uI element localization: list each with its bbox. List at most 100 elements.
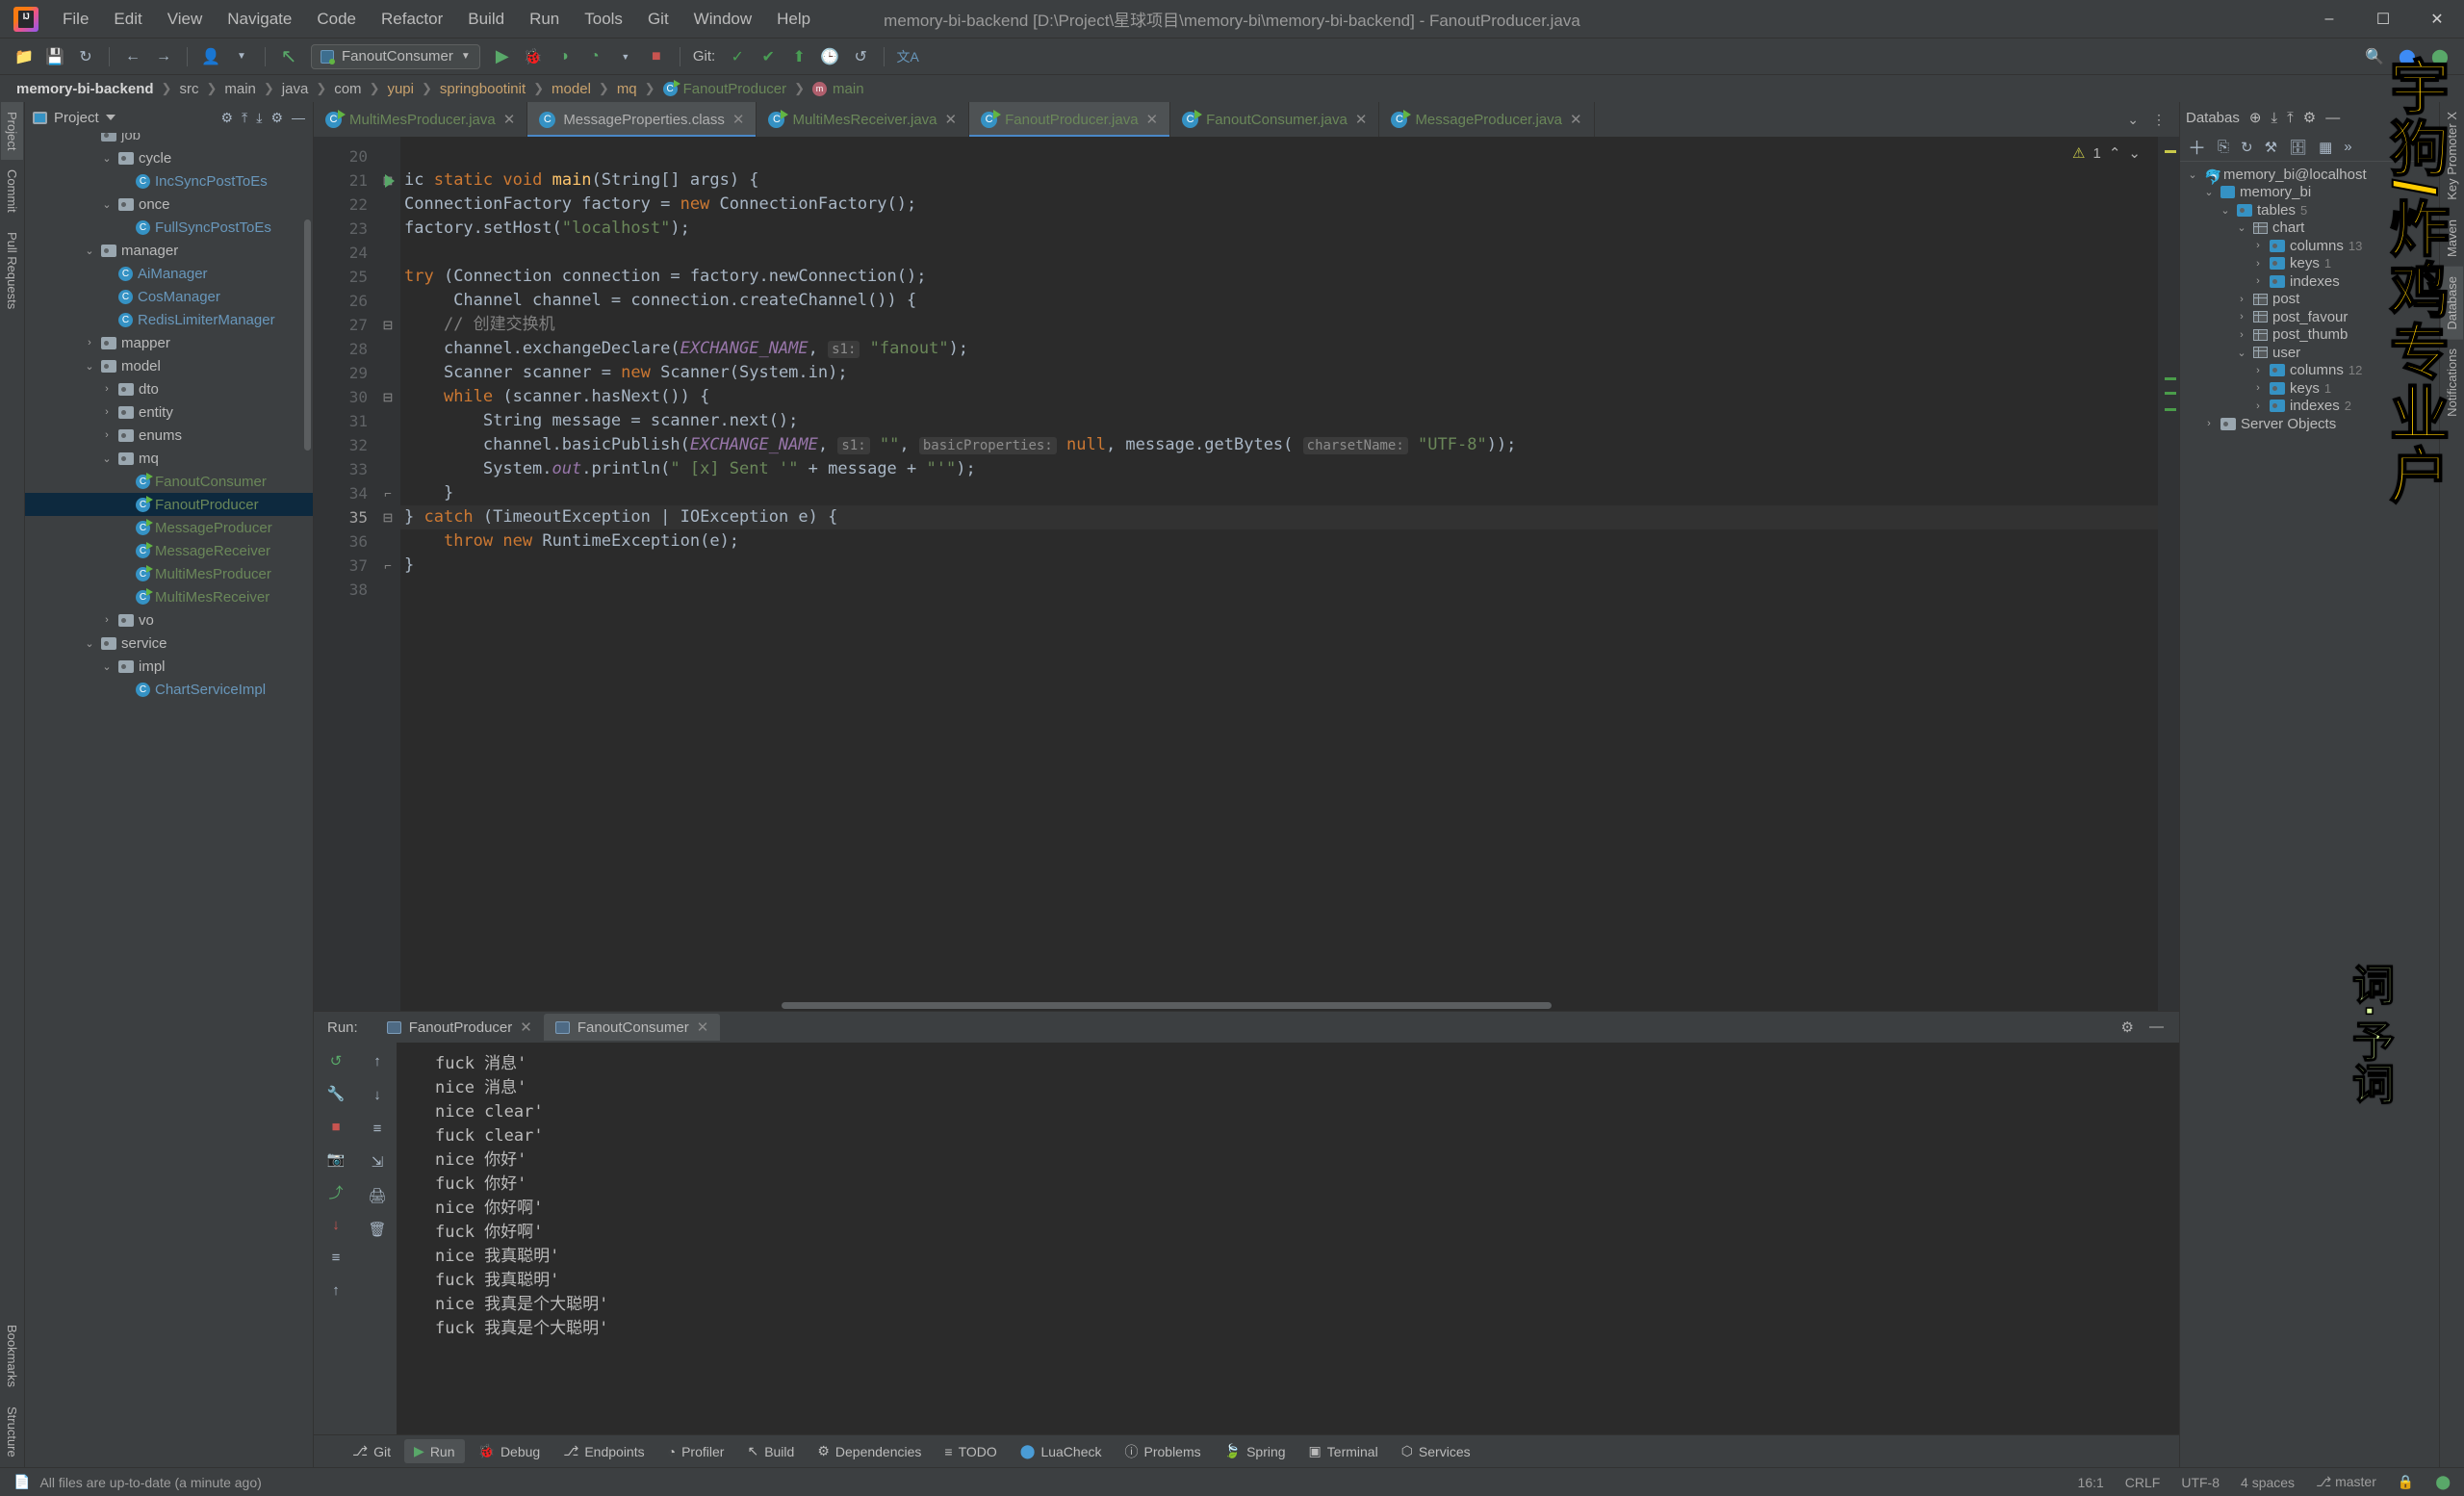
- strip-tab-maven[interactable]: Maven: [2441, 210, 2463, 267]
- database-tree-item[interactable]: › post_thumb: [2180, 326, 2439, 345]
- chevron-right-icon[interactable]: ›: [2235, 329, 2248, 341]
- layout-icon[interactable]: ≡: [323, 1247, 348, 1268]
- stop-button[interactable]: ■: [642, 43, 671, 70]
- tool-window-button[interactable]: 🍃 Spring: [1215, 1439, 1296, 1463]
- database-tree-item[interactable]: › indexes 2: [2180, 398, 2439, 416]
- chevron-down-icon[interactable]: ⌄: [83, 637, 96, 650]
- database-tree-item[interactable]: › post: [2180, 291, 2439, 309]
- run-tab-fanoutconsumer[interactable]: FanoutConsumer ✕: [543, 1014, 721, 1045]
- rerun-icon[interactable]: ↺: [323, 1050, 348, 1071]
- project-tree[interactable]: job ⌄ cycle C IncSyncPostToEs ⌄ once C FullSyncP…: [25, 133, 313, 1467]
- breadcrumb-springbootinit[interactable]: springbootinit: [435, 79, 530, 99]
- fold-toggle-icon[interactable]: ⊟: [375, 505, 400, 529]
- code-line[interactable]: Scanner scanner = new Scanner(System.in)…: [400, 361, 2158, 385]
- tool-window-button[interactable]: ⬤ LuaCheck: [1011, 1439, 1112, 1463]
- file-encoding[interactable]: UTF-8: [2181, 1475, 2220, 1490]
- editor-horizontal-scrollbar[interactable]: [406, 1002, 2141, 1009]
- run-with-coverage-button[interactable]: ◑: [550, 43, 578, 70]
- menu-bar[interactable]: File Edit View Navigate Code Refactor Bu…: [50, 6, 823, 33]
- chevron-down-icon[interactable]: ⌄: [2235, 347, 2248, 359]
- editor-tab[interactable]: C MultiMesReceiver.java ✕: [757, 102, 970, 137]
- project-tree-item[interactable]: ⌄ impl: [25, 655, 313, 678]
- collapse-all-icon[interactable]: ⤓: [256, 110, 262, 126]
- project-tree-scrollbar[interactable]: [304, 219, 311, 451]
- hide-panel-icon[interactable]: —: [292, 110, 305, 125]
- chevron-down-icon[interactable]: ⌄: [100, 152, 114, 165]
- code-line[interactable]: System.out.println(" [x] Sent '" + messa…: [400, 457, 2158, 481]
- code-line[interactable]: [400, 144, 2158, 168]
- chevron-right-icon[interactable]: ›: [2202, 418, 2216, 429]
- breadcrumb-yupi[interactable]: yupi: [382, 79, 419, 99]
- tool-window-button[interactable]: ⎇ Endpoints: [553, 1439, 654, 1463]
- locate-icon[interactable]: ⊕: [2249, 109, 2262, 126]
- profile-icon[interactable]: 👤: [196, 43, 225, 70]
- chevron-down-icon[interactable]: ⌄: [2186, 168, 2199, 181]
- editor-more-icon[interactable]: ⋮: [2152, 112, 2166, 128]
- menu-view[interactable]: View: [155, 6, 216, 33]
- code-line[interactable]: } catch (TimeoutException | IOException …: [400, 505, 2158, 529]
- project-tree-item[interactable]: ⌄ cycle: [25, 146, 313, 169]
- project-tree-item[interactable]: C FanoutConsumer: [25, 470, 313, 493]
- tool-window-button[interactable]: 🐞 Debug: [469, 1439, 551, 1463]
- chevron-right-icon[interactable]: ›: [2251, 240, 2265, 251]
- forward-icon[interactable]: →: [149, 43, 178, 70]
- git-branch[interactable]: ⎇ master: [2316, 1474, 2376, 1490]
- project-tree-item[interactable]: C RedisLimiterManager: [25, 308, 313, 331]
- chevron-right-icon[interactable]: ›: [2251, 275, 2265, 287]
- code-editor[interactable]: 20 21 22 23 24 25 26 27 28 29 30 31 32 33 34 35 36 37 38 ⊟…: [314, 137, 2179, 1011]
- code-content[interactable]: ic static void main(String[] args) {Conn…: [400, 137, 2158, 1011]
- close-icon[interactable]: ✕: [1146, 111, 1159, 128]
- database-tree-item[interactable]: ⌄ user: [2180, 344, 2439, 362]
- chevron-down-icon[interactable]: ⌄: [100, 452, 114, 465]
- project-tree-item[interactable]: C MultiMesReceiver: [25, 585, 313, 608]
- git-commit-icon[interactable]: ✔: [754, 43, 783, 70]
- copy-icon[interactable]: ⎘: [2218, 139, 2229, 155]
- strip-tab-key-promoter[interactable]: Key Promoter X: [2441, 102, 2463, 210]
- exit-icon[interactable]: ↓: [323, 1214, 348, 1235]
- chevron-down-icon[interactable]: ⌄: [2235, 221, 2248, 234]
- tool-window-button[interactable]: ⓘ Problems: [1116, 1438, 1211, 1465]
- git-rollback-icon[interactable]: ↺: [846, 43, 875, 70]
- profiler-button[interactable]: ◔: [580, 43, 609, 70]
- db-console-icon[interactable]: 🗄: [2289, 139, 2307, 156]
- menu-help[interactable]: Help: [764, 6, 823, 33]
- menu-file[interactable]: File: [50, 6, 101, 33]
- chevron-down-icon[interactable]: ⌄: [83, 360, 96, 373]
- code-line[interactable]: [400, 578, 2158, 602]
- chevron-right-icon[interactable]: ›: [100, 383, 114, 395]
- minimize-button[interactable]: –: [2302, 0, 2356, 39]
- save-all-icon[interactable]: 💾: [40, 43, 69, 70]
- gear-icon[interactable]: ⚙: [2121, 1019, 2134, 1036]
- project-tree-item[interactable]: › mapper: [25, 331, 313, 354]
- expand-all-icon[interactable]: ⤓: [2271, 110, 2277, 126]
- ide-status-icon[interactable]: ⬤: [2435, 1474, 2451, 1490]
- add-datasource-icon[interactable]: ＋: [2188, 134, 2206, 160]
- run-configuration-selector[interactable]: FanoutConsumer ▼: [311, 43, 480, 69]
- back-icon[interactable]: ←: [118, 43, 147, 70]
- project-tree-item[interactable]: C MessageProducer: [25, 516, 313, 539]
- tool-window-button[interactable]: ⎇ Git: [343, 1439, 400, 1463]
- menu-run[interactable]: Run: [517, 6, 572, 33]
- breadcrumb-method[interactable]: m main: [808, 79, 869, 99]
- settings-wrench-icon[interactable]: 🔧: [323, 1083, 348, 1104]
- project-tree-item[interactable]: ⌄ once: [25, 193, 313, 216]
- next-problem-icon[interactable]: ⌄: [2128, 144, 2141, 162]
- chevron-right-icon[interactable]: ›: [100, 429, 114, 441]
- expand-all-icon[interactable]: ⤒: [242, 110, 247, 126]
- scroll-down-icon[interactable]: ↓: [365, 1084, 390, 1105]
- code-line[interactable]: // 创建交换机: [400, 313, 2158, 337]
- hide-panel-icon[interactable]: —: [2325, 110, 2340, 126]
- database-tree-item[interactable]: › columns 12: [2180, 362, 2439, 380]
- database-tree[interactable]: ⌄ 🐬 memory_bi@localhost ⌄ memory_bi ⌄ tables 5 ⌄…: [2180, 162, 2439, 1467]
- tab-list-chevron-down-icon[interactable]: ⌄: [2127, 112, 2139, 128]
- chevron-down-icon[interactable]: ⌄: [83, 245, 96, 257]
- open-project-icon[interactable]: 📁: [10, 43, 38, 70]
- code-line[interactable]: }: [400, 481, 2158, 505]
- fold-toggle-icon[interactable]: ⌐: [375, 481, 400, 505]
- editor-tab[interactable]: C FanoutProducer.java ✕: [969, 102, 1171, 137]
- thread-dump-icon[interactable]: ⤴: [323, 1181, 348, 1202]
- project-tree-item[interactable]: C FullSyncPostToEs: [25, 216, 313, 239]
- database-tree-item[interactable]: › keys 1: [2180, 255, 2439, 273]
- error-stripe-marker[interactable]: [2158, 137, 2179, 1011]
- project-tree-item[interactable]: ⌄ model: [25, 354, 313, 377]
